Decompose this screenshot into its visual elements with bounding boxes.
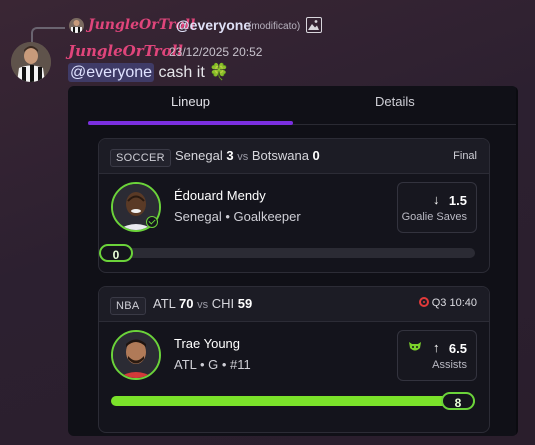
- cat-face-icon: [408, 339, 422, 356]
- progress-value: 0: [99, 244, 133, 262]
- check-badge-icon: [146, 216, 158, 228]
- embed-tabs: Lineup Details: [68, 86, 518, 126]
- image-icon: [306, 17, 322, 33]
- score-line: Senegal 3 vs Botswana 0: [175, 148, 320, 163]
- stat-box: ↑ 6.5 Assists: [397, 330, 477, 381]
- progress-value: 8: [441, 392, 475, 410]
- card-edge: [516, 86, 518, 436]
- arrow-down-icon: ↓: [433, 192, 440, 207]
- reply-connector: [31, 27, 65, 43]
- message-text: cash it 🍀: [158, 64, 230, 81]
- tab-lineup[interactable]: Lineup: [171, 94, 210, 109]
- reply-avatar[interactable]: [69, 18, 84, 33]
- reply-edited-label: (modificato): [248, 21, 301, 32]
- league-badge: NBA: [110, 297, 146, 315]
- game-card-soccer: SOCCER Senegal 3 vs Botswana 0 Final Édo…: [98, 138, 490, 273]
- score-line: ATL 70 vs CHI 59: [153, 296, 253, 311]
- progress-track: [111, 248, 475, 258]
- player-info: ATL • G • #11: [174, 357, 251, 372]
- game-header: NBA ATL 70 vs CHI 59 Q3 10:40: [99, 287, 489, 322]
- stat-line-value: 6.5: [448, 341, 467, 356]
- reply-mention: @everyone: [176, 17, 252, 33]
- player-info: Senegal • Goalkeeper: [174, 209, 301, 224]
- live-dot-icon: [418, 297, 429, 307]
- stat-label: Goalie Saves: [401, 211, 467, 223]
- stat-box: ↓ 1.5 Goalie Saves: [397, 182, 477, 233]
- player-avatar: [111, 330, 161, 380]
- stat-line-value: 1.5: [448, 193, 467, 208]
- progress-fill: [111, 396, 475, 406]
- tab-details[interactable]: Details: [375, 94, 415, 109]
- lineup-embed: Lineup Details SOCCER Senegal 3 vs Botsw…: [68, 86, 518, 436]
- message-timestamp: 23/12/2025 20:52: [169, 45, 263, 59]
- game-card-nba: NBA ATL 70 vs CHI 59 Q3 10:40 Trae Young…: [98, 286, 490, 433]
- mention-everyone[interactable]: @everyone: [68, 63, 155, 82]
- message-author[interactable]: JungleOrTroll: [68, 42, 183, 60]
- player-name: Édouard Mendy: [174, 188, 266, 203]
- author-avatar[interactable]: [11, 42, 51, 82]
- game-header: SOCCER Senegal 3 vs Botswana 0 Final: [99, 139, 489, 174]
- message-content: @everyone cash it 🍀: [68, 62, 229, 82]
- stat-label: Assists: [432, 359, 467, 371]
- league-badge: SOCCER: [110, 149, 171, 167]
- player-name: Trae Young: [174, 336, 241, 351]
- game-status: Q3 10:40: [418, 297, 477, 309]
- reply-reference[interactable]: JungleOrTroll @everyone (modificato): [0, 0, 535, 43]
- active-tab-indicator: [88, 121, 293, 125]
- game-status: Final: [453, 150, 477, 162]
- arrow-up-icon: ↑: [433, 340, 440, 355]
